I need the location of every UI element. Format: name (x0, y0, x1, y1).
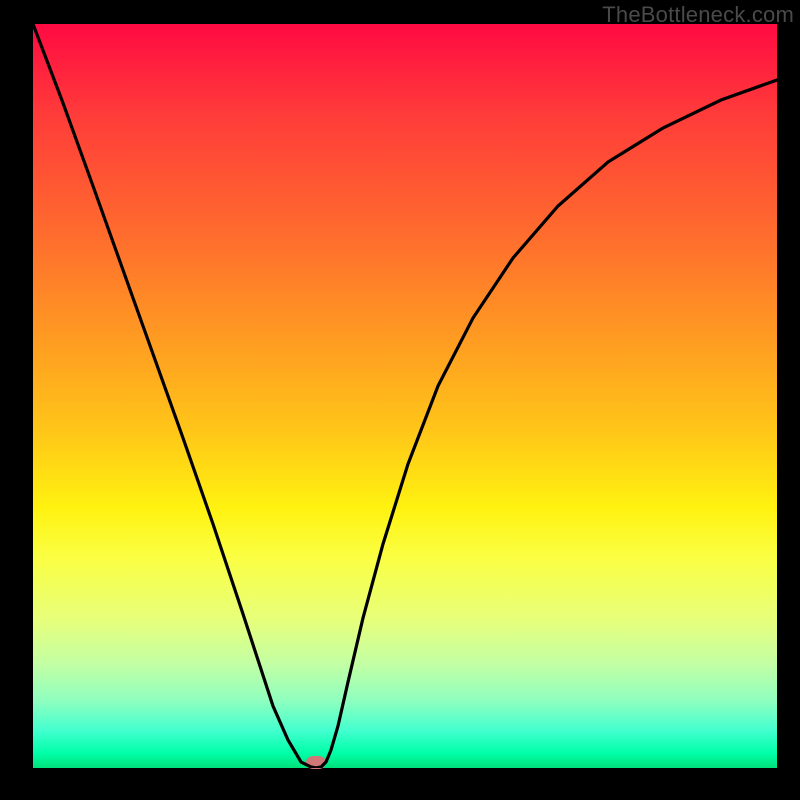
bottleneck-curve-path (33, 24, 777, 768)
watermark-text: TheBottleneck.com (602, 2, 794, 28)
plot-area (33, 24, 777, 768)
curve-svg (33, 24, 777, 768)
chart-frame: TheBottleneck.com (0, 0, 800, 800)
